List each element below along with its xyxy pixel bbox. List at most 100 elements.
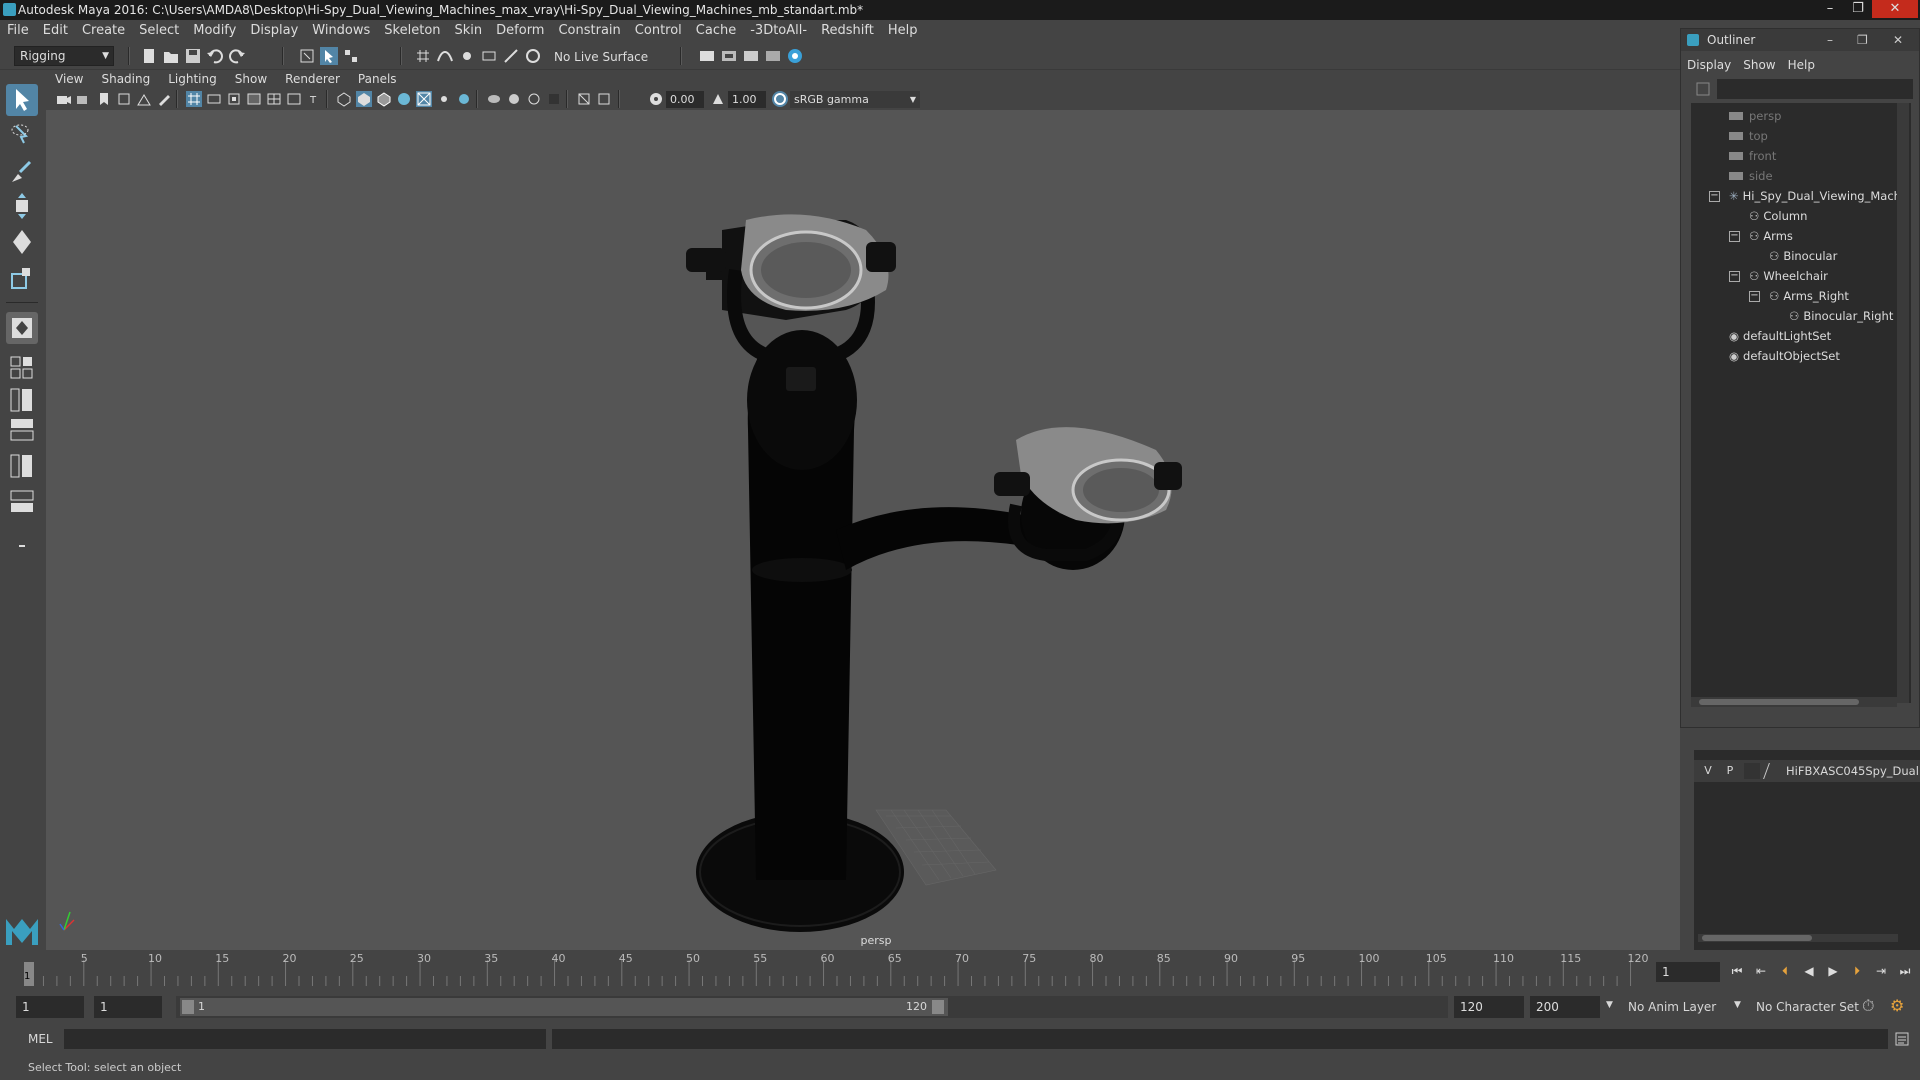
menuset-dropdown[interactable]: Rigging ▼ xyxy=(14,46,114,66)
outliner-item-binocular[interactable]: ⚇ Binocular xyxy=(1769,247,1837,265)
layer-visibility-toggle[interactable]: V xyxy=(1700,763,1716,779)
multisample-aa-icon[interactable] xyxy=(506,91,522,107)
play-forwards-button[interactable]: ▶ xyxy=(1824,962,1842,980)
menu-file[interactable]: File xyxy=(0,20,36,42)
outliner-vertical-scrollbar[interactable] xyxy=(1897,103,1909,703)
viewport-menu-renderer[interactable]: Renderer xyxy=(276,70,349,89)
textured-icon[interactable] xyxy=(396,91,412,107)
grid-toggle-icon[interactable] xyxy=(186,91,202,107)
four-view-layout-icon[interactable] xyxy=(6,352,38,384)
viewport-menu-view[interactable]: View xyxy=(46,70,92,89)
range-start-handle[interactable] xyxy=(182,1000,194,1014)
open-scene-icon[interactable] xyxy=(162,47,180,65)
menu-create[interactable]: Create xyxy=(75,20,132,42)
rotate-tool-icon[interactable] xyxy=(6,226,38,258)
menu-cache[interactable]: Cache xyxy=(689,20,743,42)
snap-view-plane-icon[interactable] xyxy=(480,47,498,65)
outliner-item-side[interactable]: side xyxy=(1729,167,1773,185)
menu-control[interactable]: Control xyxy=(628,20,689,42)
anim-layer-dropdown[interactable]: No Anim Layer xyxy=(1622,996,1738,1018)
new-scene-icon[interactable] xyxy=(140,47,158,65)
menu-display[interactable]: Display xyxy=(243,20,305,42)
outliner-item-front[interactable]: front xyxy=(1729,147,1776,165)
single-perspective-layout-icon[interactable] xyxy=(6,312,38,344)
menu-constrain[interactable]: Constrain xyxy=(551,20,627,42)
screen-space-ao-icon[interactable] xyxy=(456,91,472,107)
go-to-end-button[interactable]: ⏭ xyxy=(1896,962,1914,980)
isolate-select-icon[interactable] xyxy=(546,91,562,107)
close-button[interactable]: ✕ xyxy=(1872,0,1918,18)
safe-title-icon[interactable]: T xyxy=(306,91,322,107)
gamma-field[interactable]: 1.00 xyxy=(728,91,766,108)
expand-toggle[interactable]: − xyxy=(1749,291,1760,302)
use-all-lights-icon[interactable] xyxy=(416,91,432,107)
save-scene-icon[interactable] xyxy=(184,47,202,65)
current-frame-field[interactable]: 1 xyxy=(1656,962,1720,982)
go-to-start-button[interactable]: ⏮ xyxy=(1728,962,1746,980)
camera-attributes-icon[interactable] xyxy=(76,91,92,107)
animation-prefs-icon[interactable]: ⚙ xyxy=(1890,996,1904,1015)
menu-select[interactable]: Select xyxy=(132,20,186,42)
layer-scrollbar[interactable] xyxy=(1698,934,1898,942)
film-gate-icon[interactable] xyxy=(206,91,222,107)
minimize-button[interactable]: – xyxy=(1816,0,1844,18)
bookmark-icon[interactable] xyxy=(96,91,112,107)
menu-windows[interactable]: Windows xyxy=(305,20,377,42)
expand-toggle[interactable]: − xyxy=(1709,191,1720,202)
move-tool-icon[interactable] xyxy=(6,190,38,222)
menu-redshift[interactable]: Redshift xyxy=(814,20,881,42)
outliner-item-binocular-right[interactable]: ⚇ Binocular_Right xyxy=(1789,307,1893,325)
depth-of-field-icon[interactable] xyxy=(526,91,542,107)
gamma-icon[interactable] xyxy=(710,91,726,107)
viewport-menu-panels[interactable]: Panels xyxy=(349,70,406,89)
motion-blur-icon[interactable] xyxy=(486,91,502,107)
render-settings-icon[interactable] xyxy=(742,47,760,65)
menu-edit[interactable]: Edit xyxy=(36,20,75,42)
persp-outliner-layout-icon[interactable] xyxy=(6,384,38,416)
menu-3dtoall[interactable]: -3DtoAll- xyxy=(743,20,814,42)
step-forward-key-button[interactable]: ⇥ xyxy=(1872,962,1890,980)
smooth-shade-icon[interactable] xyxy=(356,91,372,107)
ipr-render-icon[interactable] xyxy=(720,47,738,65)
hypershade-icon[interactable] xyxy=(764,47,782,65)
mel-language-button[interactable]: MEL xyxy=(28,1029,53,1049)
field-chart-icon[interactable] xyxy=(266,91,282,107)
grease-pencil-icon[interactable] xyxy=(156,91,172,107)
time-slider[interactable]: 5 10 15 20 25 30 35 40 45 50 55 60 65 70 75 80 85 90 95 100… xyxy=(0,950,1920,988)
snap-curve-icon[interactable] xyxy=(436,47,454,65)
step-back-frame-button[interactable]: ⏴ xyxy=(1776,962,1794,980)
expand-toggle[interactable]: − xyxy=(1729,231,1740,242)
playback-start-field[interactable]: 1 xyxy=(94,996,162,1018)
select-tool-icon[interactable] xyxy=(6,84,38,116)
outliner-item-arms-right[interactable]: ⚇ Arms_Right xyxy=(1769,287,1849,305)
render-frame-icon[interactable] xyxy=(698,47,716,65)
outliner-item-hi-spy-root[interactable]: ✳ Hi_Spy_Dual_Viewing_Machi xyxy=(1729,187,1904,205)
exposure-field[interactable]: 0.00 xyxy=(666,91,704,108)
wireframe-icon[interactable] xyxy=(336,91,352,107)
step-back-key-button[interactable]: ⇤ xyxy=(1752,962,1770,980)
safe-action-icon[interactable] xyxy=(286,91,302,107)
expand-toggle[interactable]: − xyxy=(1729,271,1740,282)
character-set-dropdown[interactable]: No Character Set xyxy=(1750,996,1872,1018)
persp-trax-layout-icon[interactable] xyxy=(6,486,38,518)
lasso-tool-icon[interactable] xyxy=(6,120,38,152)
outliner-item-column[interactable]: ⚇ Column xyxy=(1749,207,1807,225)
outliner-restore-button[interactable]: ❐ xyxy=(1857,29,1868,51)
select-hierarchy-icon[interactable] xyxy=(298,47,316,65)
make-live-icon[interactable] xyxy=(524,47,542,65)
perspective-viewport[interactable]: persp xyxy=(46,110,1680,950)
exposure-icon[interactable] xyxy=(648,91,664,107)
paint-select-tool-icon[interactable] xyxy=(6,156,38,188)
snap-grid-icon[interactable] xyxy=(414,47,432,65)
2d-pan-zoom-icon[interactable] xyxy=(136,91,152,107)
shadows-icon[interactable] xyxy=(436,91,452,107)
viewport-menu-shading[interactable]: Shading xyxy=(92,70,159,89)
restore-button[interactable]: ❐ xyxy=(1844,0,1872,18)
outliner-close-button[interactable]: ✕ xyxy=(1893,29,1903,51)
layer-row[interactable]: V P HiFBXASC045Spy_Dual xyxy=(1694,760,1920,782)
persp-graph-layout-icon[interactable] xyxy=(6,414,38,446)
menu-skeleton[interactable]: Skeleton xyxy=(377,20,447,42)
menu-modify[interactable]: Modify xyxy=(186,20,243,42)
outliner-horizontal-scrollbar[interactable] xyxy=(1691,697,1897,707)
outliner-item-arms[interactable]: ⚇ Arms xyxy=(1749,227,1793,245)
